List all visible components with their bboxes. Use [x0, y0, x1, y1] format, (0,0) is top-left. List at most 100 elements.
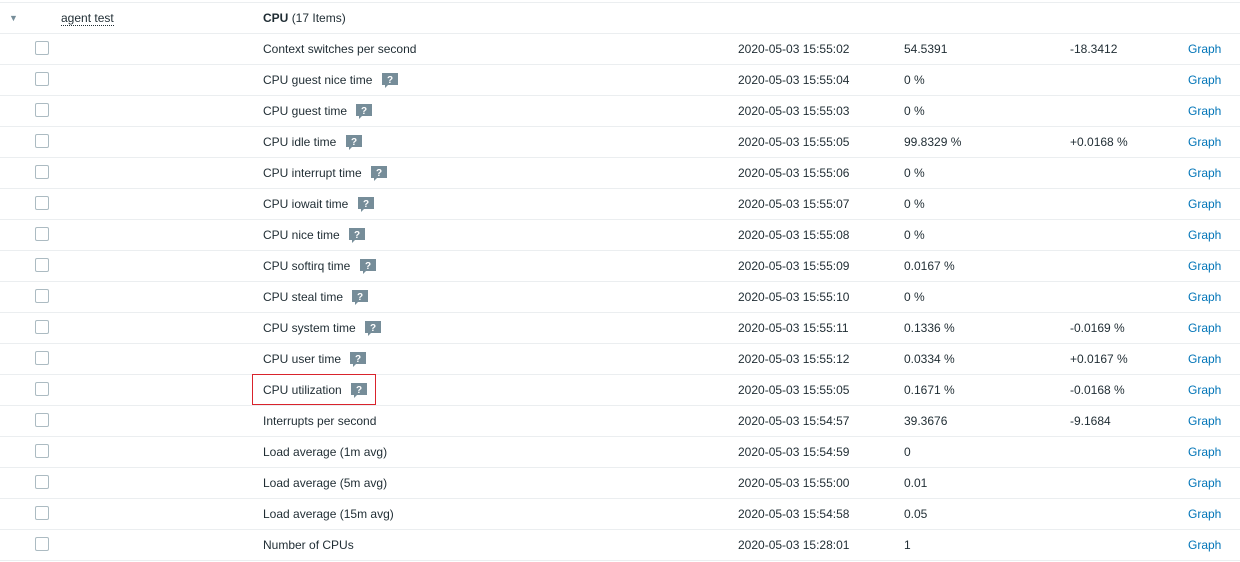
item-name: Load average (15m avg) [263, 499, 394, 529]
graph-link[interactable]: Graph [1188, 375, 1221, 405]
value-change: -9.1684 [1070, 414, 1111, 428]
table-row: CPU utilization ? 2020-05-03 15:55:05 0.… [0, 375, 1240, 406]
hint-icon[interactable]: ? [357, 196, 374, 212]
item-name: Load average (1m avg) [263, 437, 387, 467]
last-value: 0.0167 % [904, 259, 955, 273]
graph-link[interactable]: Graph [1188, 530, 1221, 560]
group-title-text: CPU [263, 11, 289, 25]
graph-link[interactable]: Graph [1188, 313, 1221, 343]
row-checkbox[interactable] [35, 41, 49, 55]
item-name: Interrupts per second [263, 406, 376, 436]
svg-text:?: ? [361, 106, 367, 117]
last-value: 0 % [904, 197, 925, 211]
svg-text:?: ? [357, 292, 363, 303]
row-checkbox[interactable] [35, 444, 49, 458]
row-checkbox[interactable] [35, 413, 49, 427]
value-change: +0.0167 % [1070, 352, 1128, 366]
graph-link[interactable]: Graph [1188, 65, 1221, 95]
last-value: 0 % [904, 104, 925, 118]
hint-icon[interactable]: ? [359, 258, 376, 274]
hint-icon[interactable]: ? [371, 165, 388, 181]
host-link[interactable]: agent test [61, 11, 114, 26]
hint-icon[interactable]: ? [365, 320, 382, 336]
graph-link[interactable]: Graph [1188, 437, 1221, 467]
item-name-text: Load average (15m avg) [263, 507, 394, 521]
item-name-text: CPU softirq time [263, 259, 351, 273]
item-name: CPU user time ? [263, 344, 367, 374]
last-value: 0.1336 % [904, 321, 955, 335]
row-checkbox[interactable] [35, 506, 49, 520]
item-name: CPU system time ? [263, 313, 382, 343]
row-checkbox[interactable] [35, 289, 49, 303]
last-check-time: 2020-05-03 15:55:02 [738, 42, 850, 56]
item-name: CPU steal time ? [263, 282, 369, 312]
item-name-text: Context switches per second [263, 42, 417, 56]
row-checkbox[interactable] [35, 72, 49, 86]
table-row: CPU guest nice time ? 2020-05-03 15:55:0… [0, 65, 1240, 96]
table-row: Context switches per second 2020-05-03 1… [0, 34, 1240, 65]
graph-link[interactable]: Graph [1188, 34, 1221, 64]
item-name: CPU softirq time ? [263, 251, 376, 281]
item-name: CPU utilization ? [263, 375, 368, 405]
item-name-text: CPU user time [263, 352, 342, 366]
last-check-time: 2020-05-03 15:55:10 [738, 290, 850, 304]
item-name: CPU idle time ? [263, 127, 362, 157]
row-checkbox[interactable] [35, 103, 49, 117]
hint-icon[interactable]: ? [349, 227, 366, 243]
item-name: CPU guest time ? [263, 96, 373, 126]
graph-link[interactable]: Graph [1188, 96, 1221, 126]
graph-link[interactable]: Graph [1188, 282, 1221, 312]
last-check-time: 2020-05-03 15:55:05 [738, 383, 850, 397]
table-row: CPU idle time ? 2020-05-03 15:55:05 99.8… [0, 127, 1240, 158]
item-name: Context switches per second [263, 34, 416, 64]
graph-link[interactable]: Graph [1188, 189, 1221, 219]
last-value: 0.0334 % [904, 352, 955, 366]
graph-link[interactable]: Graph [1188, 344, 1221, 374]
svg-text:?: ? [351, 137, 357, 148]
item-name: Load average (5m avg) [263, 468, 387, 498]
collapse-toggle-icon[interactable]: ▼ [9, 3, 19, 33]
row-checkbox[interactable] [35, 537, 49, 551]
graph-link[interactable]: Graph [1188, 127, 1221, 157]
last-check-time: 2020-05-03 15:28:01 [738, 538, 850, 552]
last-check-time: 2020-05-03 15:54:58 [738, 507, 850, 521]
hint-icon[interactable]: ? [345, 134, 362, 150]
graph-link[interactable]: Graph [1188, 499, 1221, 529]
row-checkbox[interactable] [35, 351, 49, 365]
row-checkbox[interactable] [35, 258, 49, 272]
item-name: CPU iowait time ? [263, 189, 374, 219]
row-checkbox[interactable] [35, 475, 49, 489]
value-change: -0.0169 % [1070, 321, 1125, 335]
row-checkbox[interactable] [35, 196, 49, 210]
last-check-time: 2020-05-03 15:55:11 [738, 321, 849, 335]
hint-icon[interactable]: ? [350, 351, 367, 367]
hint-icon[interactable]: ? [381, 72, 398, 88]
table-row: Load average (15m avg) 2020-05-03 15:54:… [0, 499, 1240, 530]
table-row: Interrupts per second 2020-05-03 15:54:5… [0, 406, 1240, 437]
last-value: 39.3676 [904, 414, 948, 428]
hint-icon[interactable]: ? [352, 289, 369, 305]
value-change: +0.0168 % [1070, 135, 1128, 149]
hint-icon[interactable]: ? [351, 382, 368, 398]
graph-link[interactable]: Graph [1188, 220, 1221, 250]
last-value: 0 % [904, 73, 925, 87]
row-checkbox[interactable] [35, 134, 49, 148]
row-checkbox[interactable] [35, 227, 49, 241]
table-row: CPU nice time ? 2020-05-03 15:55:08 0 % … [0, 220, 1240, 251]
item-name-text: CPU nice time [263, 228, 340, 242]
item-name: CPU interrupt time ? [263, 158, 388, 188]
last-check-time: 2020-05-03 15:55:12 [738, 352, 850, 366]
item-name: CPU guest nice time ? [263, 65, 398, 95]
row-checkbox[interactable] [35, 382, 49, 396]
last-value: 0 % [904, 290, 925, 304]
graph-link[interactable]: Graph [1188, 468, 1221, 498]
row-checkbox[interactable] [35, 320, 49, 334]
last-check-time: 2020-05-03 15:55:04 [738, 73, 850, 87]
graph-link[interactable]: Graph [1188, 406, 1221, 436]
hint-icon[interactable]: ? [356, 103, 373, 119]
row-checkbox[interactable] [35, 165, 49, 179]
graph-link[interactable]: Graph [1188, 158, 1221, 188]
last-check-time: 2020-05-03 15:54:57 [738, 414, 850, 428]
svg-text:?: ? [356, 385, 362, 396]
graph-link[interactable]: Graph [1188, 251, 1221, 281]
